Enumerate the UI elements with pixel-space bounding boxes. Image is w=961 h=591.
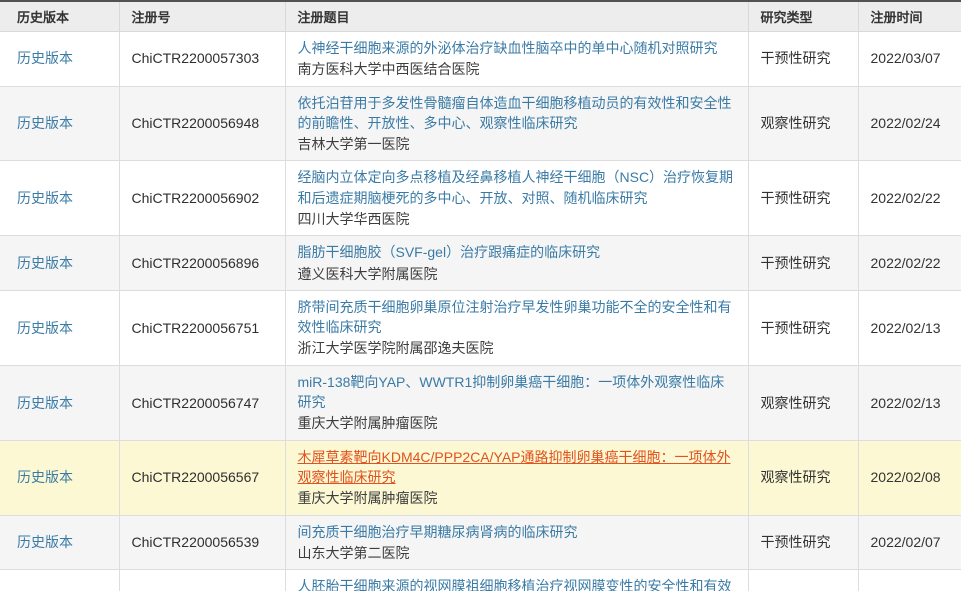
registration-number-cell: ChiCTR2200056539 xyxy=(119,515,285,570)
study-type-cell xyxy=(748,570,858,591)
registration-number-cell: ChiCTR2200056747 xyxy=(119,365,285,440)
table-row: 历史版本 ChiCTR2200056751 脐带间充质干细胞卵巢原位注射治疗早发… xyxy=(0,290,961,365)
study-type-cell: 干预性研究 xyxy=(748,290,858,365)
registration-number: ChiCTR2200056747 xyxy=(132,395,260,411)
column-header-study-type: 研究类型 xyxy=(748,1,858,31)
history-version-cell: 历史版本 xyxy=(0,365,119,440)
study-title-link[interactable]: 依托泊苷用于多发性骨髓瘤自体造血干细胞移植动员的有效性和安全性的前瞻性、开放性、… xyxy=(298,93,738,134)
registration-date-cell: 2022/02/22 xyxy=(858,161,961,236)
column-header-registration-date: 注册时间 xyxy=(858,1,961,31)
registration-date-cell: 2022/02/08 xyxy=(858,440,961,515)
registration-number-cell: ChiCTR2200056567 xyxy=(119,440,285,515)
history-version-link[interactable]: 历史版本 xyxy=(17,395,73,411)
registration-number: ChiCTR2200056567 xyxy=(132,469,260,485)
study-type-cell: 观察性研究 xyxy=(748,440,858,515)
study-title-link[interactable]: 经脑内立体定向多点移植及经鼻移植人神经干细胞（NSC）治疗恢复期和后遗症期脑梗死… xyxy=(298,167,738,208)
column-header-history-version: 历史版本 xyxy=(0,1,119,31)
registration-number: ChiCTR2200056896 xyxy=(132,255,260,271)
study-type-cell: 干预性研究 xyxy=(748,161,858,236)
history-version-cell: 历史版本 xyxy=(0,515,119,570)
study-title-link[interactable]: 人神经干细胞来源的外泌体治疗缺血性脑卒中的单中心随机对照研究 xyxy=(298,38,738,58)
table-row: 历史版本 ChiCTR2200057303 人神经干细胞来源的外泌体治疗缺血性脑… xyxy=(0,31,961,86)
history-version-link[interactable]: 历史版本 xyxy=(17,469,73,485)
table-row: 历史版本 ChiCTR2200056902 经脑内立体定向多点移植及经鼻移植人神… xyxy=(0,161,961,236)
table-row: 历史版本 ChiCTR2200056567 木犀草素靶向KDM4C/PPP2CA… xyxy=(0,440,961,515)
registration-number-cell: ChiCTR2200057303 xyxy=(119,31,285,86)
registration-date-cell: 2022/02/07 xyxy=(858,515,961,570)
registration-number-cell: ChiCTR2200056948 xyxy=(119,86,285,161)
history-version-link[interactable]: 历史版本 xyxy=(17,534,73,550)
registration-title-cell: 人神经干细胞来源的外泌体治疗缺血性脑卒中的单中心随机对照研究 南方医科大学中西医… xyxy=(285,31,748,86)
history-version-link[interactable]: 历史版本 xyxy=(17,255,73,271)
study-title-link[interactable]: 间充质干细胞治疗早期糖尿病肾病的临床研究 xyxy=(298,522,738,542)
column-header-registration-title: 注册题目 xyxy=(285,1,748,31)
history-version-cell: 历史版本 xyxy=(0,290,119,365)
registration-number: ChiCTR2200056751 xyxy=(132,320,260,336)
history-version-cell: 历史版本 xyxy=(0,440,119,515)
hospital-name: 遵义医科大学附属医院 xyxy=(298,264,738,284)
hospital-name: 四川大学华西医院 xyxy=(298,209,738,229)
study-type-cell: 干预性研究 xyxy=(748,515,858,570)
registration-title-cell: 间充质干细胞治疗早期糖尿病肾病的临床研究 山东大学第二医院 xyxy=(285,515,748,570)
history-version-link[interactable]: 历史版本 xyxy=(17,190,73,206)
registration-title-cell: 人胚胎干细胞来源的视网膜祖细胞移植治疗视网膜变性的安全性和有效性试验 陆军军医大… xyxy=(285,570,748,591)
history-version-link[interactable]: 历史版本 xyxy=(17,50,73,66)
registration-title-cell: 依托泊苷用于多发性骨髓瘤自体造血干细胞移植动员的有效性和安全性的前瞻性、开放性、… xyxy=(285,86,748,161)
registration-title-cell: 脂肪干细胞胶（SVF-gel）治疗跟痛症的临床研究 遵义医科大学附属医院 xyxy=(285,236,748,291)
study-type-cell: 观察性研究 xyxy=(748,365,858,440)
study-type-cell: 观察性研究 xyxy=(748,86,858,161)
registration-number-cell: ChiCTR2200056902 xyxy=(119,161,285,236)
registration-title-cell: 木犀草素靶向KDM4C/PPP2CA/YAP通路抑制卵巢癌干细胞：一项体外观察性… xyxy=(285,440,748,515)
table-row: 历史版本 ChiCTR2200056896 脂肪干细胞胶（SVF-gel）治疗跟… xyxy=(0,236,961,291)
registration-date-cell: 2022/02/24 xyxy=(858,86,961,161)
table-row: 历史版本 ChiCTR2200056747 miR-138靶向YAP、WWTR1… xyxy=(0,365,961,440)
trial-registry-table: 历史版本 注册号 注册题目 研究类型 注册时间 历史版本 ChiCTR22000… xyxy=(0,0,961,591)
hospital-name: 吉林大学第一医院 xyxy=(298,134,738,154)
history-version-cell: 历史版本 xyxy=(0,570,119,591)
history-version-cell: 历史版本 xyxy=(0,86,119,161)
registration-date-cell: 2022/02/13 xyxy=(858,290,961,365)
hospital-name: 浙江大学医学院附属邵逸夫医院 xyxy=(298,338,738,358)
table-body: 历史版本 ChiCTR2200057303 人神经干细胞来源的外泌体治疗缺血性脑… xyxy=(0,31,961,591)
table-header: 历史版本 注册号 注册题目 研究类型 注册时间 xyxy=(0,1,961,31)
hospital-name: 山东大学第二医院 xyxy=(298,543,738,563)
registration-number-cell: ChiCTR2200056398 xyxy=(119,570,285,591)
study-type-cell: 干预性研究 xyxy=(748,236,858,291)
column-header-registration-number: 注册号 xyxy=(119,1,285,31)
registration-date-cell: 2022/02/13 xyxy=(858,365,961,440)
study-title-link[interactable]: miR-138靶向YAP、WWTR1抑制卵巢癌干细胞：一项体外观察性临床研究 xyxy=(298,372,738,413)
registration-title-cell: miR-138靶向YAP、WWTR1抑制卵巢癌干细胞：一项体外观察性临床研究 重… xyxy=(285,365,748,440)
registration-number: ChiCTR2200056948 xyxy=(132,115,260,131)
registration-number: ChiCTR2200056539 xyxy=(132,534,260,550)
registration-date-cell: 2022/02/22 xyxy=(858,236,961,291)
history-version-cell: 历史版本 xyxy=(0,236,119,291)
study-title-link[interactable]: 脂肪干细胞胶（SVF-gel）治疗跟痛症的临床研究 xyxy=(298,242,738,262)
study-title-link[interactable]: 脐带间充质干细胞卵巢原位注射治疗早发性卵巢功能不全的安全性和有效性临床研究 xyxy=(298,297,738,338)
registration-title-cell: 经脑内立体定向多点移植及经鼻移植人神经干细胞（NSC）治疗恢复期和后遗症期脑梗死… xyxy=(285,161,748,236)
registration-number: ChiCTR2200057303 xyxy=(132,50,260,66)
registration-date-cell: 2022/02/05 xyxy=(858,570,961,591)
study-title-link[interactable]: 木犀草素靶向KDM4C/PPP2CA/YAP通路抑制卵巢癌干细胞：一项体外观察性… xyxy=(298,447,738,488)
registration-title-cell: 脐带间充质干细胞卵巢原位注射治疗早发性卵巢功能不全的安全性和有效性临床研究 浙江… xyxy=(285,290,748,365)
registration-number: ChiCTR2200056902 xyxy=(132,190,260,206)
history-version-cell: 历史版本 xyxy=(0,161,119,236)
table-row: 历史版本 ChiCTR2200056948 依托泊苷用于多发性骨髓瘤自体造血干细… xyxy=(0,86,961,161)
study-type-cell: 干预性研究 xyxy=(748,31,858,86)
hospital-name: 重庆大学附属肿瘤医院 xyxy=(298,488,738,508)
hospital-name: 重庆大学附属肿瘤医院 xyxy=(298,413,738,433)
registration-number-cell: ChiCTR2200056896 xyxy=(119,236,285,291)
table-row: 历史版本 ChiCTR2200056539 间充质干细胞治疗早期糖尿病肾病的临床… xyxy=(0,515,961,570)
study-title-link[interactable]: 人胚胎干细胞来源的视网膜祖细胞移植治疗视网膜变性的安全性和有效性试验 xyxy=(298,576,738,591)
history-version-cell: 历史版本 xyxy=(0,31,119,86)
history-version-link[interactable]: 历史版本 xyxy=(17,320,73,336)
hospital-name: 南方医科大学中西医结合医院 xyxy=(298,59,738,79)
table-row: 历史版本 ChiCTR2200056398 人胚胎干细胞来源的视网膜祖细胞移植治… xyxy=(0,570,961,591)
registration-number-cell: ChiCTR2200056751 xyxy=(119,290,285,365)
history-version-link[interactable]: 历史版本 xyxy=(17,115,73,131)
header-row: 历史版本 注册号 注册题目 研究类型 注册时间 xyxy=(0,1,961,31)
registration-date-cell: 2022/03/07 xyxy=(858,31,961,86)
